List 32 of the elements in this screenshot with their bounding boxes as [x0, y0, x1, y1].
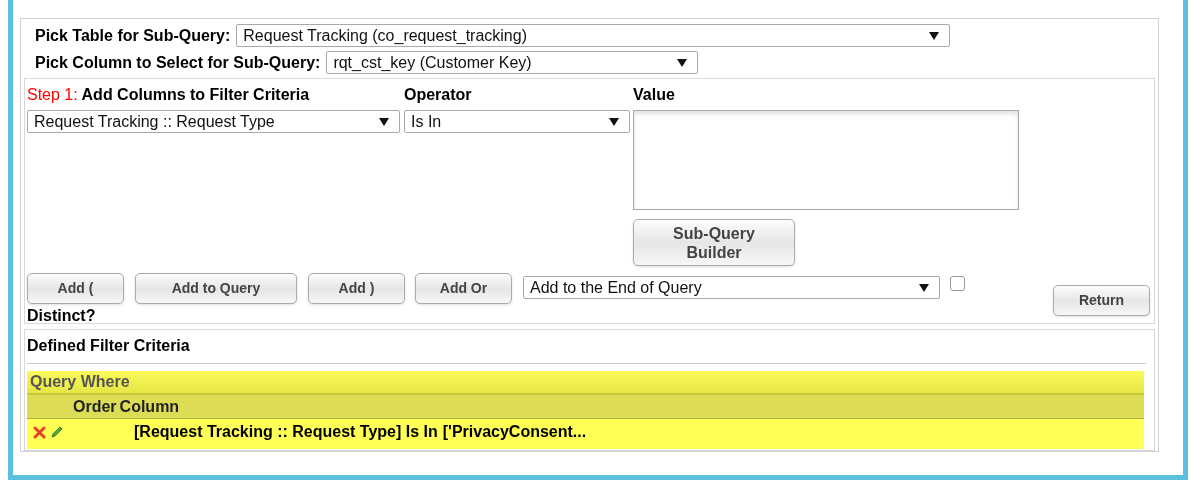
column-heading: Operator — [404, 86, 472, 103]
add-button[interactable]: Add ) — [308, 273, 405, 304]
field-label: Pick Column to Select for Sub-Query: — [35, 52, 321, 73]
caret-icon — [677, 58, 688, 67]
operator-select[interactable]: Is In — [404, 110, 630, 133]
field-label: Pick Table for Sub-Query: — [35, 25, 231, 46]
caret-icon — [919, 283, 929, 292]
value-cell-text: ['PrivacyConsent... — [442, 422, 587, 442]
pencil-icon[interactable] — [50, 425, 64, 439]
caret-icon — [929, 31, 940, 40]
section-title: Defined Filter Criteria — [27, 337, 190, 354]
column-header: Column — [119, 396, 180, 417]
criteria-cell-text: [Request Tracking :: Request Type] Is In — [134, 422, 438, 442]
table-title: Query Where — [30, 372, 130, 392]
table-select[interactable]: Request Tracking (co_request_tracking) — [236, 24, 951, 47]
column-select[interactable]: rqt_cst_key (Customer Key) — [326, 51, 699, 74]
column-header: Order — [73, 396, 117, 417]
add-button[interactable]: Add Or — [415, 273, 512, 304]
step-heading: Step 1: Add Columns to Filter Criteria — [27, 86, 310, 103]
return-button[interactable]: Return — [1053, 285, 1150, 316]
add-button[interactable]: Add to Query — [135, 273, 297, 304]
distinct-checkbox[interactable] — [950, 276, 965, 291]
distinct-label: Distinct? — [27, 307, 96, 324]
delete-icon[interactable] — [33, 425, 46, 439]
column-select[interactable]: Request Tracking :: Request Type — [27, 110, 400, 133]
add-button[interactable]: Add ( — [27, 273, 124, 304]
caret-icon — [379, 117, 389, 126]
caret-icon — [609, 117, 619, 126]
value-field[interactable] — [633, 110, 1019, 210]
sub-query-builder-button[interactable]: Sub-Query Builder — [633, 219, 795, 266]
column-heading: Value — [633, 86, 675, 103]
position-select[interactable]: Add to the End of Query — [523, 276, 940, 299]
